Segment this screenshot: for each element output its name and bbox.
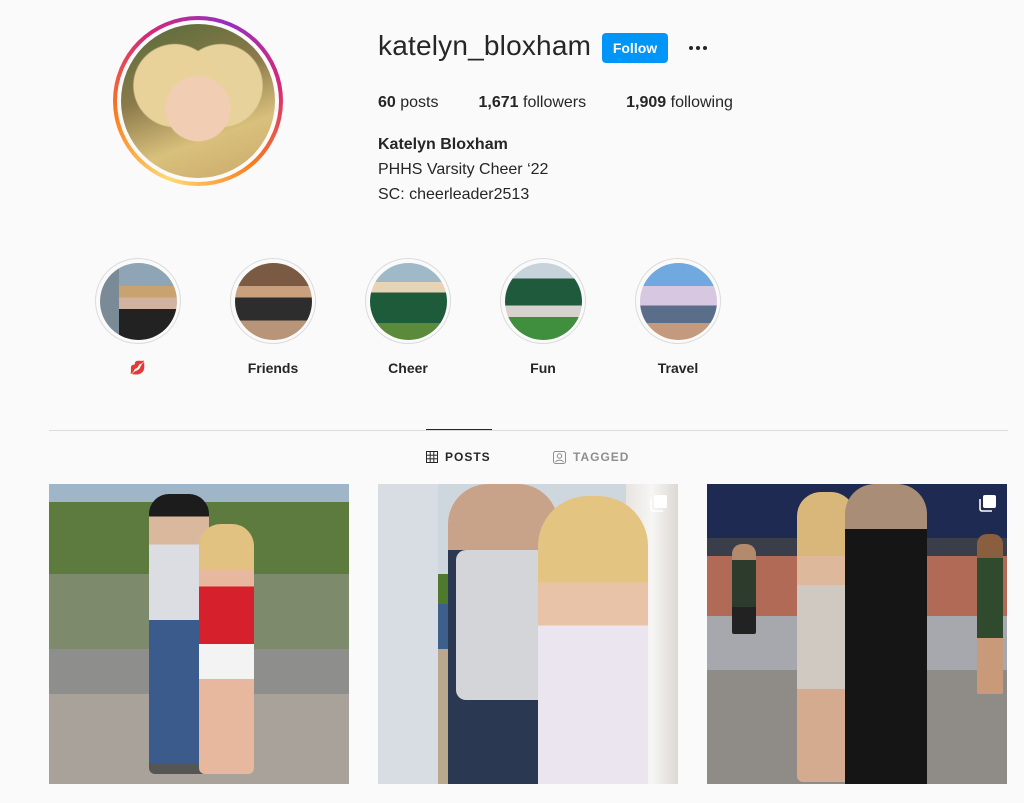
post-photo-subject [845, 484, 927, 784]
tab-tagged[interactable]: TAGGED [553, 450, 629, 464]
highlight-label: Fun [530, 360, 556, 376]
highlight-ring [230, 258, 316, 344]
highlight-ring [95, 258, 181, 344]
followers-label: followers [523, 94, 587, 111]
highlight-lips[interactable]: 💋 [95, 258, 181, 377]
profile-avatar-story-ring[interactable] [113, 16, 283, 186]
highlight-travel[interactable]: Travel [635, 258, 721, 377]
carousel-icon [979, 495, 996, 512]
bio-line: PHHS Varsity Cheer ‘22 [378, 161, 549, 178]
follow-button[interactable]: Follow [602, 33, 668, 63]
grid-icon [426, 451, 438, 463]
posts-count-label: posts [400, 94, 439, 111]
more-options-icon[interactable] [686, 36, 710, 60]
highlight-label: Friends [247, 360, 299, 376]
highlight-cover [639, 262, 717, 340]
following-stat[interactable]: 1,909 following [626, 94, 733, 112]
highlight-cover [369, 262, 447, 340]
profile-stats: 60 posts 1,671 followers 1,909 following [378, 94, 773, 112]
highlight-cover [99, 262, 177, 340]
tabs-divider [49, 430, 1008, 431]
profile-username: katelyn_bloxham [378, 30, 592, 61]
carousel-icon [650, 495, 667, 512]
highlight-fun[interactable]: Fun [500, 258, 586, 377]
post-photo-subject [732, 544, 756, 634]
highlight-cover [234, 262, 312, 340]
tab-tagged-label: TAGGED [573, 450, 630, 464]
post-thumbnail[interactable] [378, 484, 678, 784]
avatar[interactable] [121, 24, 275, 178]
highlight-ring [500, 258, 586, 344]
followers-stat[interactable]: 1,671 followers [479, 94, 587, 112]
highlight-label: Cheer [388, 360, 428, 376]
tab-posts-label: POSTS [445, 450, 491, 464]
post-thumbnail[interactable] [707, 484, 1007, 784]
post-photo-subject [977, 534, 1003, 694]
posts-count: 60 [378, 94, 396, 111]
highlight-label: Travel [657, 360, 699, 376]
profile-page: katelyn_bloxham Follow 60 posts 1,671 fo… [0, 0, 1024, 803]
active-tab-indicator [426, 429, 492, 430]
following-count: 1,909 [626, 94, 667, 111]
following-label: following [670, 94, 733, 111]
highlight-ring [365, 258, 451, 344]
highlight-label: 💋 [129, 360, 147, 375]
highlight-friends[interactable]: Friends [230, 258, 316, 377]
highlight-cheer[interactable]: Cheer [365, 258, 451, 377]
followers-count: 1,671 [478, 94, 519, 111]
post-photo-subject [199, 524, 254, 774]
tab-posts[interactable]: POSTS [426, 450, 491, 464]
bio-line: SC: cheerleader2513 [378, 186, 530, 203]
avatar-border [117, 20, 279, 182]
highlight-ring [635, 258, 721, 344]
tagged-user-icon [553, 450, 566, 464]
profile-full-name: Katelyn Bloxham [378, 136, 508, 153]
post-photo-subject [538, 496, 648, 784]
posts-count-stat: 60 posts [378, 94, 439, 112]
highlight-cover [504, 262, 582, 340]
post-thumbnail[interactable] [49, 484, 349, 784]
